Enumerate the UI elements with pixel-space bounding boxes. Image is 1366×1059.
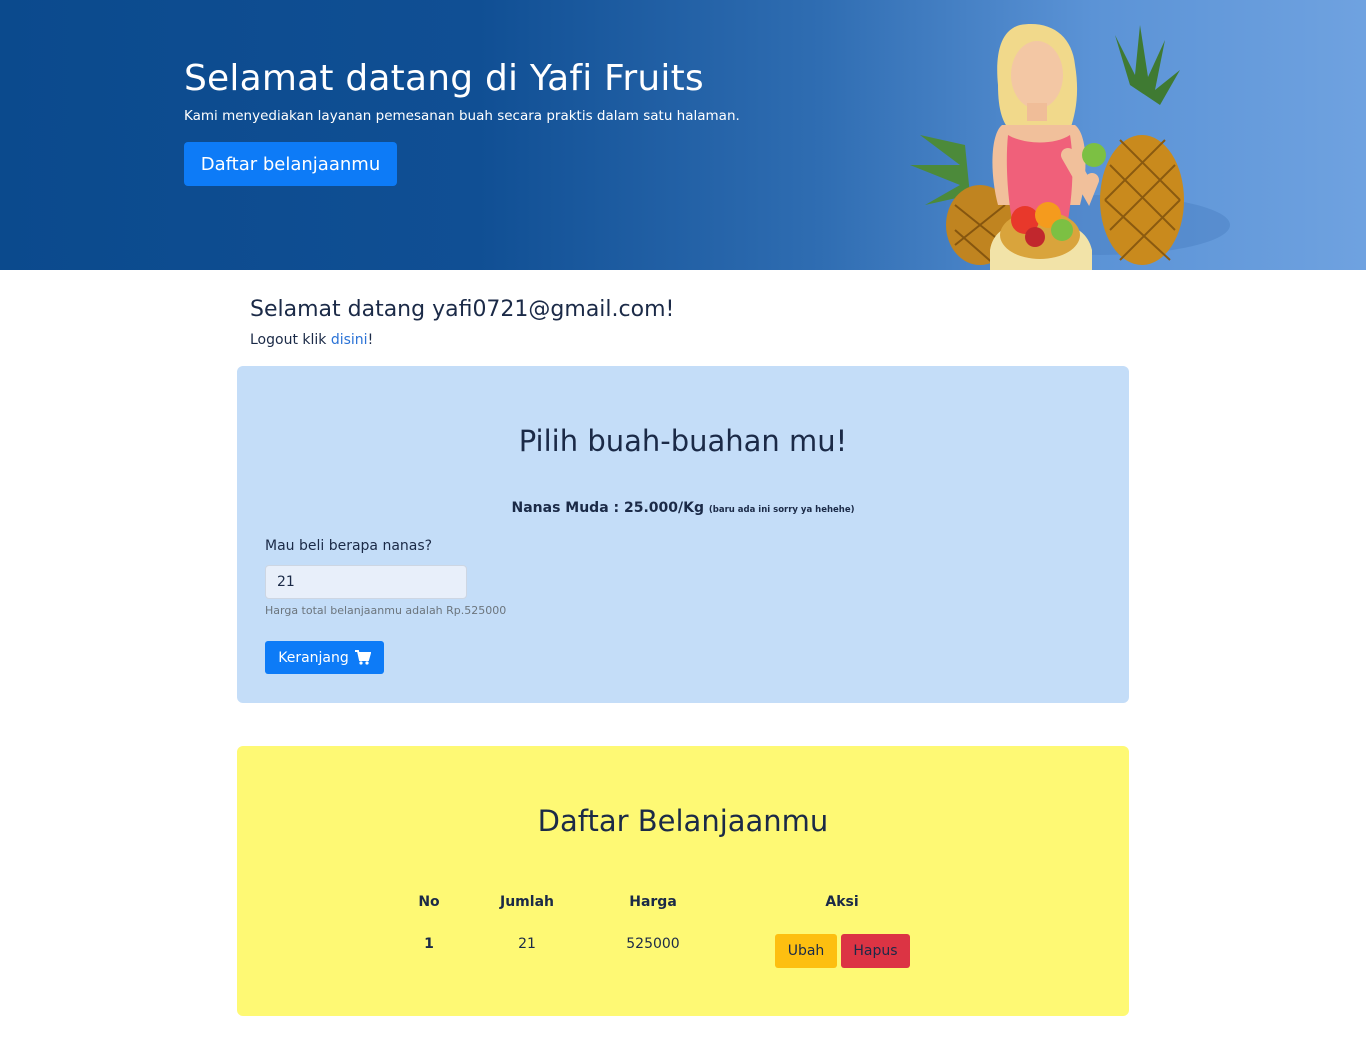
column-header-harga: Harga	[629, 894, 677, 910]
hero-text: Selamat datang di Yafi Fruits Kami menye…	[184, 58, 824, 125]
cart-button[interactable]: Keranjang	[265, 641, 384, 674]
order-card: Pilih buah-buahan mu! Nanas Muda : 25.00…	[237, 366, 1129, 703]
logout-prefix: Logout klik	[250, 332, 331, 348]
shopping-list-card: Daftar Belanjaanmu No Jumlah Harga Aksi …	[237, 746, 1129, 1016]
total-price-help: Harga total belanjaanmu adalah Rp.525000	[265, 604, 507, 617]
quantity-label: Mau beli berapa nanas?	[265, 538, 433, 554]
pineapple-right	[1100, 25, 1184, 265]
edit-button[interactable]: Ubah	[775, 934, 837, 968]
column-header-jumlah: Jumlah	[500, 894, 554, 910]
row-no: 1	[424, 936, 434, 952]
welcome-heading: Selamat datang yafi0721@gmail.com!	[250, 297, 675, 322]
hero-subtitle: Kami menyediakan layanan pemesanan buah …	[184, 108, 740, 124]
shopping-list-button[interactable]: Daftar belanjaanmu	[184, 142, 397, 186]
row-harga: 525000	[626, 936, 680, 952]
hero-illustration	[910, 24, 1230, 270]
row-jumlah: 21	[518, 936, 536, 952]
logout-suffix: !	[367, 332, 374, 348]
product-note: (baru ada ini sorry ya hehehe)	[708, 505, 855, 515]
product-price-text: Nanas Muda : 25.000/Kg	[511, 500, 704, 516]
hero-banner: Selamat datang di Yafi Fruits Kami menye…	[0, 0, 1366, 270]
cart-icon	[354, 650, 371, 665]
logout-text: Logout klik disini!	[250, 332, 373, 348]
logout-link[interactable]: disini	[331, 332, 368, 348]
hero-title: Selamat datang di Yafi Fruits	[184, 58, 704, 99]
order-title: Pilih buah-buahan mu!	[518, 424, 848, 458]
column-header-no: No	[418, 894, 440, 910]
quantity-input[interactable]	[265, 565, 467, 599]
product-price: Nanas Muda : 25.000/Kg (baru ada ini sor…	[237, 500, 1129, 516]
delete-button[interactable]: Hapus	[841, 934, 910, 968]
column-header-aksi: Aksi	[825, 894, 859, 910]
list-title: Daftar Belanjaanmu	[537, 804, 829, 838]
cart-button-label: Keranjang	[278, 649, 349, 666]
